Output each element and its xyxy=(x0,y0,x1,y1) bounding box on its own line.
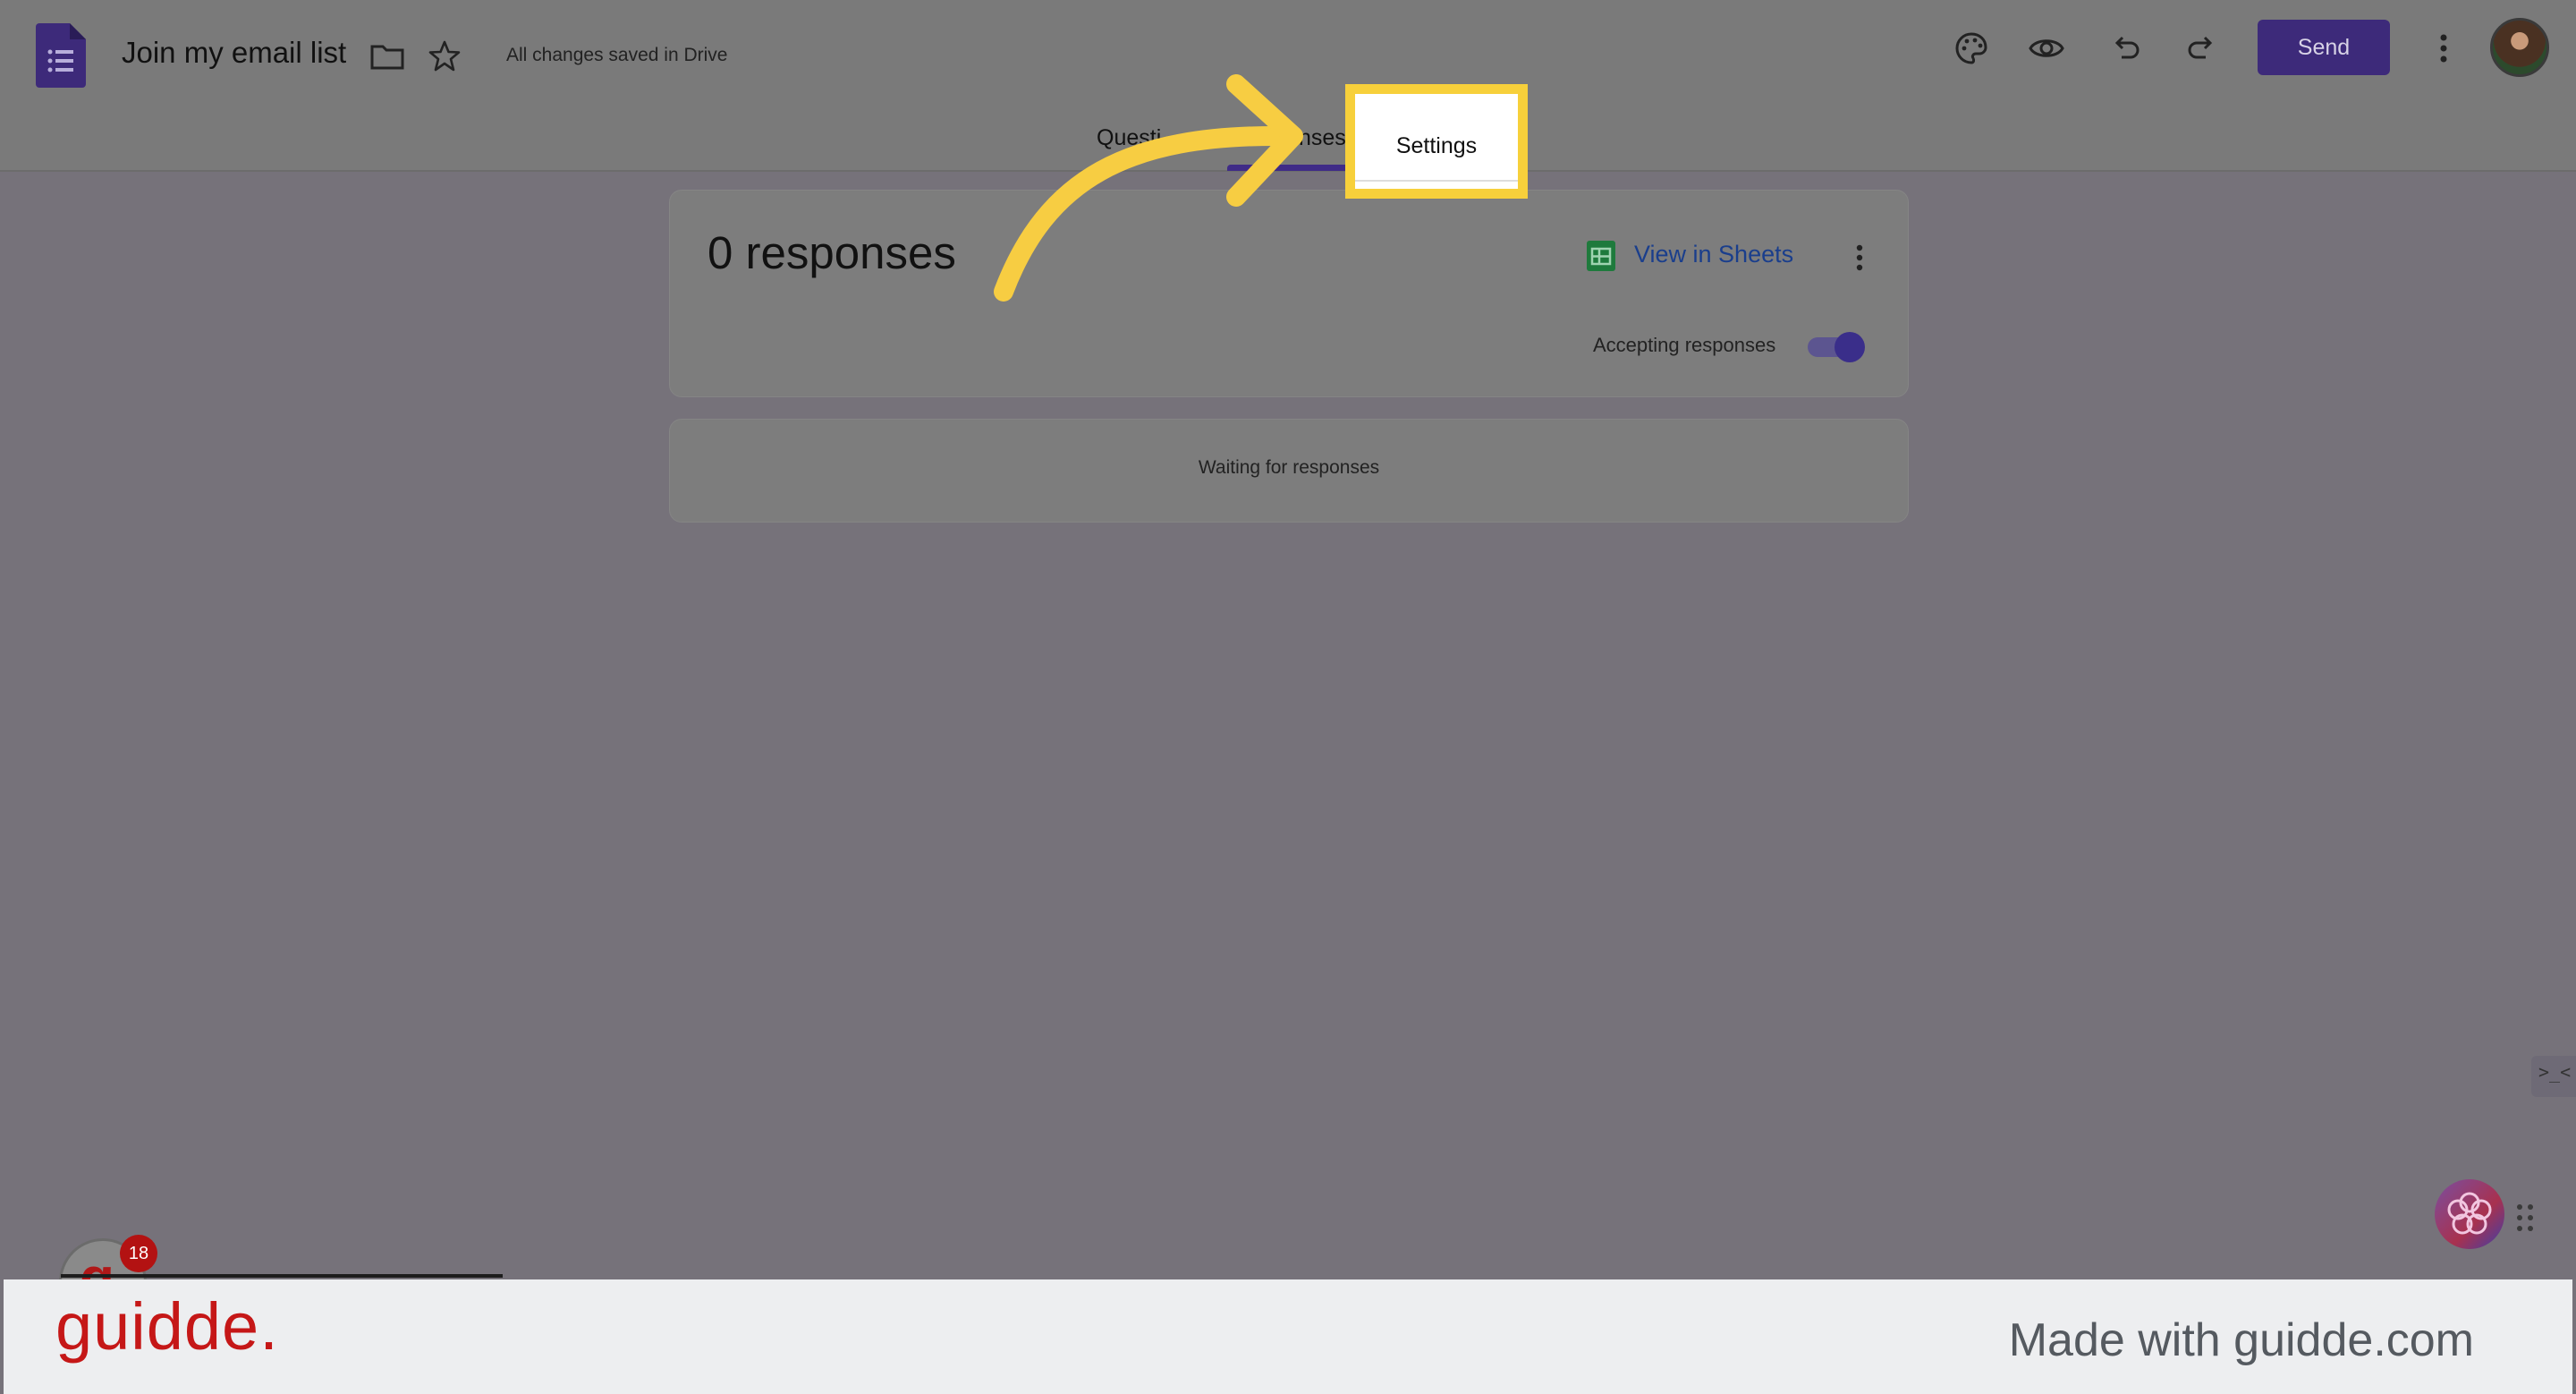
undo-icon[interactable] xyxy=(2107,30,2143,66)
side-panel-toggle[interactable]: >_< xyxy=(2531,1056,2576,1097)
grip-icon[interactable] xyxy=(2515,1203,2535,1233)
form-title[interactable]: Join my email list xyxy=(122,36,346,70)
waiting-card: Waiting for responses xyxy=(669,419,1909,523)
sheets-icon[interactable] xyxy=(1587,241,1615,271)
collapse-glyph: >_< xyxy=(2538,1061,2572,1083)
view-in-sheets-link[interactable]: View in Sheets xyxy=(1634,241,1793,268)
widget-divider xyxy=(61,1274,503,1278)
flower-icon[interactable] xyxy=(2435,1179,2504,1249)
more-vert-icon[interactable] xyxy=(2428,29,2460,68)
accepting-responses-label: Accepting responses xyxy=(1593,334,1776,356)
guide-arrow-icon xyxy=(994,74,1303,302)
responses-count: 0 responses xyxy=(708,227,956,278)
guidde-logo[interactable]: guidde. xyxy=(55,1288,279,1364)
avatar[interactable] xyxy=(2490,18,2549,77)
waiting-message: Waiting for responses xyxy=(1198,457,1380,478)
forms-logo-icon[interactable] xyxy=(36,23,86,88)
palette-icon[interactable] xyxy=(1953,30,1989,66)
folder-icon[interactable] xyxy=(370,43,404,70)
redo-icon[interactable] xyxy=(2184,30,2220,66)
accepting-responses-toggle[interactable] xyxy=(1808,332,1868,362)
star-icon[interactable] xyxy=(428,39,462,73)
save-status: All changes saved in Drive xyxy=(506,45,728,65)
notification-badge: 18 xyxy=(120,1235,157,1272)
responses-more-icon[interactable] xyxy=(1852,242,1867,273)
send-button[interactable]: Send xyxy=(2258,20,2390,75)
toggle-knob xyxy=(1835,332,1865,362)
footer-banner: guidde. Made with guidde.com xyxy=(4,1279,2572,1394)
eye-icon[interactable] xyxy=(2029,30,2064,66)
made-with-text: Made with guidde.com xyxy=(2008,1314,2474,1366)
